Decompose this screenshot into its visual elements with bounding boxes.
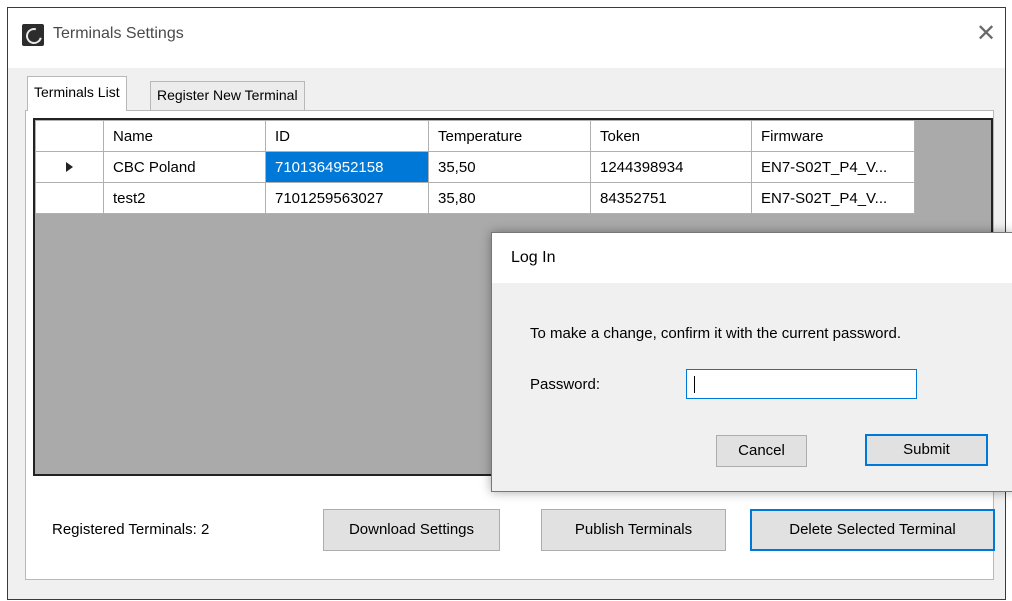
- column-header-id[interactable]: ID: [265, 120, 429, 152]
- cell-name[interactable]: test2: [103, 182, 266, 214]
- table-row[interactable]: CBC Poland 7101364952158 35,50 124439893…: [35, 151, 915, 183]
- password-input[interactable]: [686, 369, 917, 399]
- terminals-table: Name ID Temperature Token Firmware CBC P…: [35, 120, 915, 214]
- window-titlebar: Terminals Settings ✕: [8, 8, 1005, 68]
- column-header-firmware[interactable]: Firmware: [751, 120, 915, 152]
- text-caret: [694, 376, 695, 393]
- delete-selected-terminal-button[interactable]: Delete Selected Terminal: [750, 509, 995, 551]
- cell-temperature[interactable]: 35,50: [428, 151, 591, 183]
- publish-terminals-button[interactable]: Publish Terminals: [541, 509, 726, 551]
- column-header-token[interactable]: Token: [590, 120, 752, 152]
- column-header-temperature[interactable]: Temperature: [428, 120, 591, 152]
- download-settings-button[interactable]: Download Settings: [323, 509, 500, 551]
- cell-token[interactable]: 1244398934: [590, 151, 752, 183]
- row-header[interactable]: [35, 182, 104, 214]
- cell-temperature[interactable]: 35,80: [428, 182, 591, 214]
- cell-name[interactable]: CBC Poland: [103, 151, 266, 183]
- app-logo-icon: [22, 24, 44, 46]
- table-header-row: Name ID Temperature Token Firmware: [35, 120, 915, 152]
- dialog-title: Log In: [511, 249, 556, 266]
- tab-terminals-list[interactable]: Terminals List: [27, 76, 127, 111]
- cell-id[interactable]: 7101259563027: [265, 182, 429, 214]
- row-header-corner: [35, 120, 104, 152]
- cell-firmware[interactable]: EN7-S02T_P4_V...: [751, 151, 915, 183]
- row-header[interactable]: [35, 151, 104, 183]
- cancel-button[interactable]: Cancel: [716, 435, 807, 467]
- current-row-arrow-icon: [66, 161, 73, 172]
- column-header-name[interactable]: Name: [103, 120, 266, 152]
- login-dialog: Log In To make a change, confirm it with…: [491, 232, 1012, 492]
- cell-firmware[interactable]: EN7-S02T_P4_V...: [751, 182, 915, 214]
- registered-terminals-count: Registered Terminals: 2: [52, 521, 210, 538]
- submit-button[interactable]: Submit: [865, 434, 988, 466]
- password-label: Password:: [530, 376, 601, 393]
- close-icon[interactable]: ✕: [973, 20, 999, 46]
- cell-token[interactable]: 84352751: [590, 182, 752, 214]
- table-row[interactable]: test2 7101259563027 35,80 84352751 EN7-S…: [35, 182, 915, 214]
- tab-register-new-terminal[interactable]: Register New Terminal: [150, 81, 305, 111]
- dialog-message: To make a change, confirm it with the cu…: [530, 325, 902, 342]
- dialog-titlebar: Log In: [492, 233, 1012, 283]
- window-title: Terminals Settings: [53, 25, 184, 42]
- cell-id[interactable]: 7101364952158: [265, 151, 429, 183]
